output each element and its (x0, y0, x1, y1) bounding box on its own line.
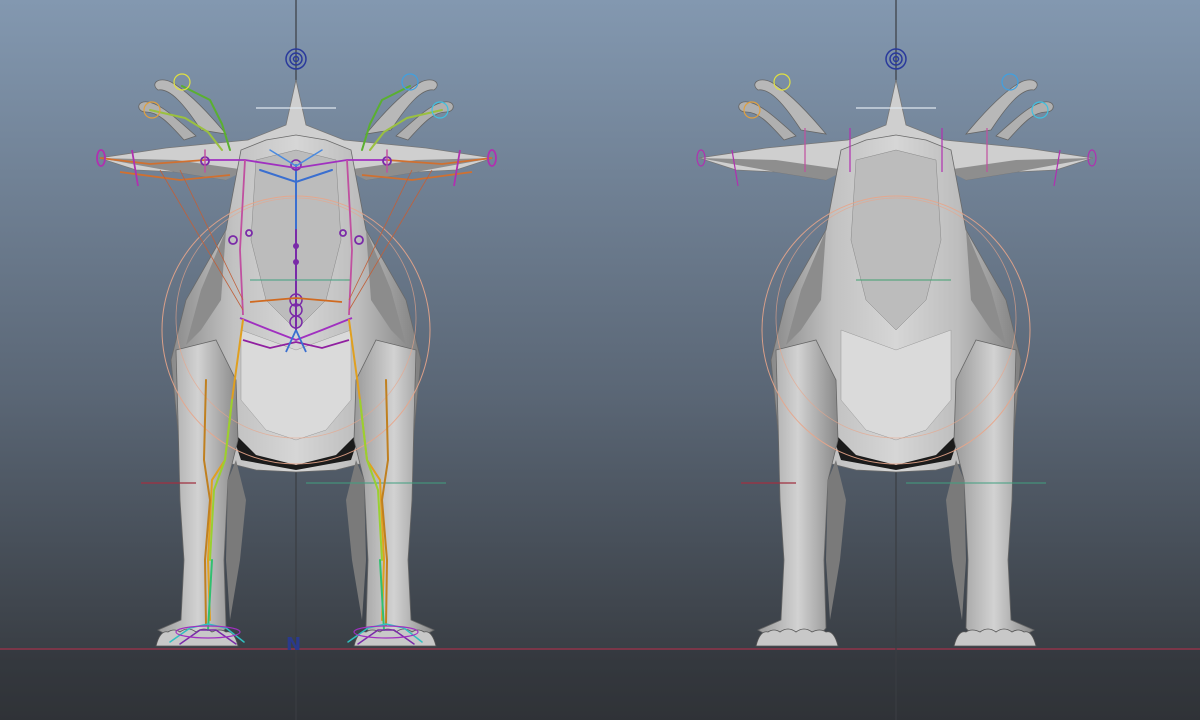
viewport-3d[interactable]: N (0, 0, 1200, 720)
ground-plane (0, 650, 1200, 720)
view-compass-letter: N (286, 634, 302, 655)
viewport-canvas (0, 0, 1200, 720)
